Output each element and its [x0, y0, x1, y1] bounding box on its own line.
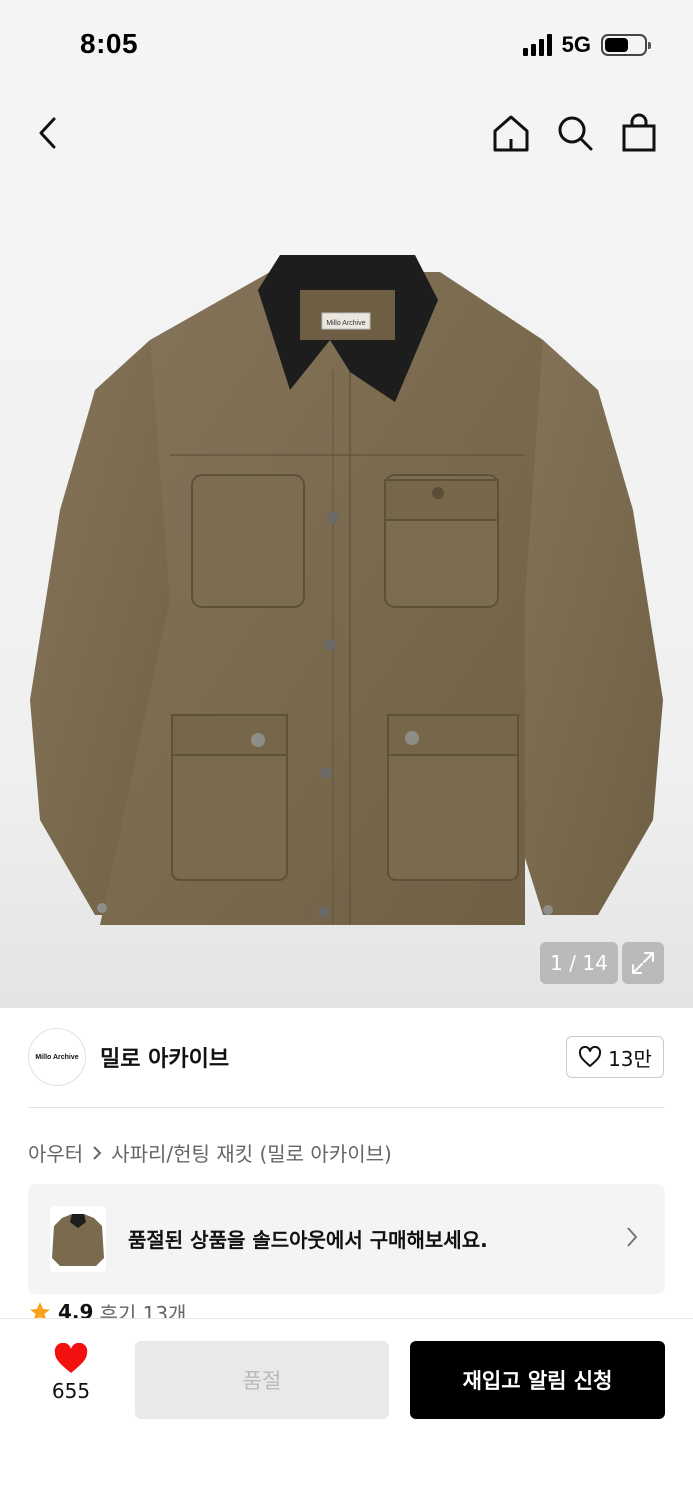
search-button[interactable]	[550, 108, 600, 158]
wishlist-button[interactable]: 655	[36, 1343, 106, 1413]
soldout-button: 품절	[135, 1341, 389, 1419]
home-icon	[493, 115, 529, 152]
back-button[interactable]	[24, 108, 74, 158]
brand-row: Millo Archive 밀로 아카이브 13만	[0, 1008, 693, 1108]
heart-filled-icon	[54, 1343, 88, 1373]
shopping-bag-icon	[622, 113, 656, 152]
brand-name[interactable]: 밀로 아카이브	[100, 1041, 229, 1073]
product-thumbnail	[50, 1206, 106, 1272]
breadcrumb-category[interactable]: 아우터	[28, 1138, 83, 1167]
product-image-carousel[interactable]: Millo Archive 1 / 14	[0, 180, 693, 1008]
signal-icon	[522, 34, 552, 56]
search-icon	[558, 116, 593, 151]
chevron-right-icon	[93, 1145, 102, 1160]
status-indicators: 5G	[522, 32, 651, 58]
top-nav	[0, 90, 693, 180]
restock-alert-button[interactable]: 재입고 알림 신청	[410, 1341, 665, 1419]
divider	[28, 1107, 665, 1108]
home-button[interactable]	[486, 108, 536, 158]
wishlist-count: 655	[51, 1379, 91, 1403]
battery-icon	[601, 34, 651, 56]
expand-icon	[632, 952, 654, 974]
soldout-banner-text: 품절된 상품을 솔드아웃에서 구매해보세요.	[128, 1228, 488, 1252]
brand-like-button[interactable]: 13만	[566, 1036, 664, 1078]
status-time: 8:05	[80, 28, 139, 59]
bottom-action-bar: 655 품절 재입고 알림 신청	[0, 1318, 693, 1500]
jacket-label-tag: Millo Archive	[326, 320, 365, 327]
chevron-right-icon	[627, 1227, 638, 1247]
expand-image-button[interactable]	[622, 942, 664, 984]
product-photo-jacket: Millo Archive	[30, 255, 663, 925]
status-bar: 8:05 5G	[0, 0, 693, 90]
chevron-left-icon	[39, 117, 56, 149]
breadcrumb-subcategory[interactable]: 사파리/헌팅 재킷 (밀로 아카이브)	[111, 1138, 392, 1167]
network-label: 5G	[561, 32, 591, 57]
heart-outline-icon	[579, 1046, 602, 1067]
breadcrumb: 아우터 사파리/헌팅 재킷 (밀로 아카이브)	[28, 1138, 392, 1167]
image-counter: 1 / 14	[540, 942, 618, 984]
brand-logo[interactable]: Millo Archive	[28, 1028, 86, 1086]
cart-button[interactable]	[614, 108, 664, 158]
soldout-promo-banner[interactable]: 품절된 상품을 솔드아웃에서 구매해보세요.	[28, 1184, 665, 1294]
brand-like-count: 13만	[608, 1046, 652, 1071]
